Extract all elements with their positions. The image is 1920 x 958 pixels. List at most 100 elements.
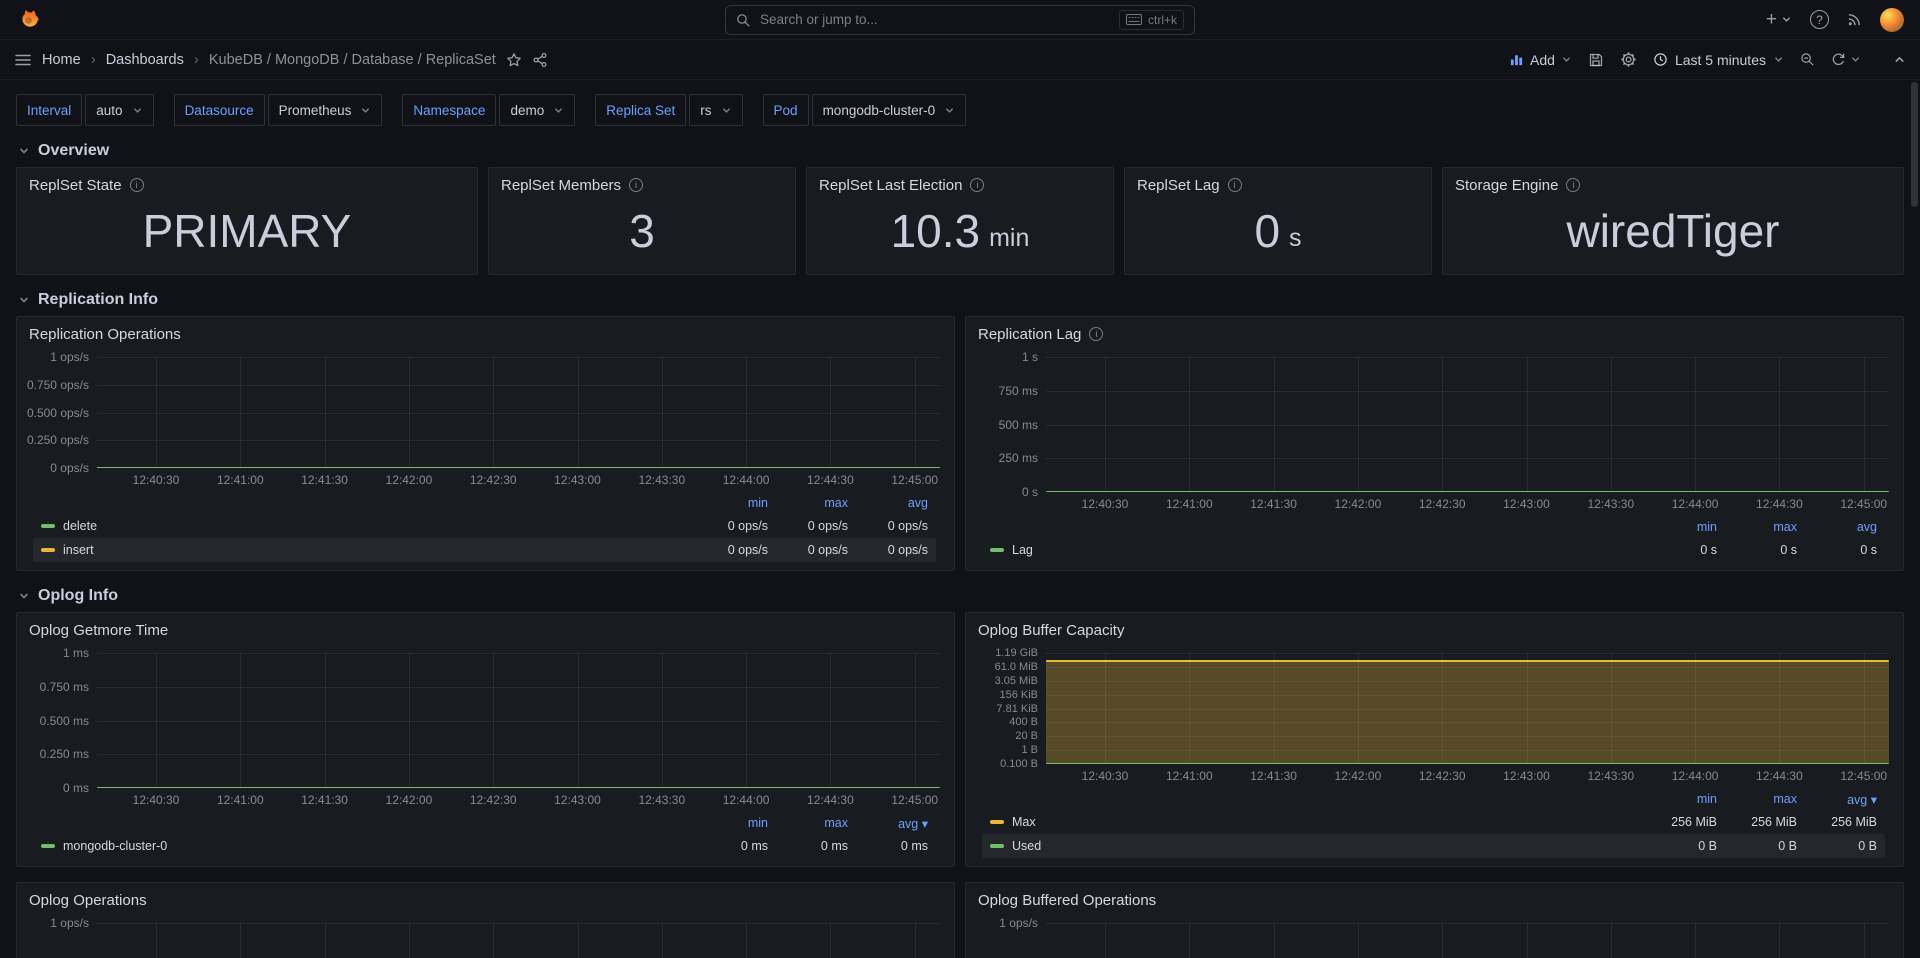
chart-replication-operations: 1 ops/s0.750 ops/s0.500 ops/s0.250 ops/s… xyxy=(17,351,954,570)
v-gridline xyxy=(409,653,410,788)
legend-sort-avg[interactable]: avg ▾ xyxy=(848,816,928,831)
breadcrumb-separator xyxy=(194,51,199,68)
panel-header[interactable]: ReplSet Members xyxy=(489,168,795,202)
x-axis-label: 12:41:00 xyxy=(217,793,264,807)
series-name: Lag xyxy=(1012,543,1033,557)
legend-sort-min[interactable]: min xyxy=(688,816,768,830)
section-header-replication-info[interactable]: Replication Info xyxy=(18,291,1904,309)
legend-row-Used[interactable]: Used0 B0 B0 B xyxy=(982,834,1885,858)
panel-header[interactable]: Storage Engine xyxy=(1443,168,1903,202)
series-name: Max xyxy=(1012,815,1036,829)
legend-row-Lag[interactable]: Lag0 s0 s0 s xyxy=(982,538,1885,562)
zoom-out-time-button[interactable] xyxy=(1800,52,1815,67)
v-gridline xyxy=(1864,923,1865,958)
info-icon[interactable] xyxy=(1566,178,1580,192)
legend-row-Max[interactable]: Max256 MiB256 MiB256 MiB xyxy=(982,810,1885,834)
plot-area[interactable] xyxy=(1046,653,1889,764)
section-header-oplog-info[interactable]: Oplog Info xyxy=(18,587,1904,605)
panel-header[interactable]: Oplog Getmore Time xyxy=(17,613,954,647)
time-range-picker[interactable]: Last 5 minutes xyxy=(1653,52,1784,68)
legend-sort-avg[interactable]: avg ▾ xyxy=(1797,792,1877,807)
add-label: Add xyxy=(1530,52,1555,68)
section-header-overview[interactable]: Overview xyxy=(18,142,1904,160)
x-axis-label: 12:41:30 xyxy=(301,793,348,807)
panel-oplog-buffered-operations: Oplog Buffered Operations 1 ops/s 12:40:… xyxy=(965,882,1904,958)
variable-value-dropdown[interactable]: Prometheus xyxy=(268,94,383,126)
legend-sort-max[interactable]: max xyxy=(1717,520,1797,534)
info-icon[interactable] xyxy=(629,178,643,192)
variable-label: Replica Set xyxy=(595,94,686,126)
search-input[interactable]: Search or jump to... ctrl+k xyxy=(725,5,1195,35)
legend-row-mongodb-cluster-0[interactable]: mongodb-cluster-00 ms0 ms0 ms xyxy=(33,834,936,858)
breadcrumb-dashboards[interactable]: Dashboards xyxy=(106,52,184,68)
legend-value: 0 s xyxy=(1797,543,1877,557)
news-button[interactable] xyxy=(1847,12,1862,27)
variable-value-dropdown[interactable]: auto xyxy=(85,94,153,126)
stat-unit: s xyxy=(1289,224,1302,253)
y-axis-label: 0.750 ms xyxy=(40,680,89,694)
v-gridline xyxy=(830,357,831,468)
legend-row-delete[interactable]: delete0 ops/s0 ops/s0 ops/s xyxy=(33,514,936,538)
plot-area[interactable] xyxy=(97,923,940,958)
variable-value-dropdown[interactable]: demo xyxy=(499,94,575,126)
y-axis-label: 400 B xyxy=(1009,716,1038,728)
panel-header[interactable]: Oplog Buffer Capacity xyxy=(966,613,1903,647)
hide-controls-button[interactable] xyxy=(1893,53,1906,66)
legend-sort-max[interactable]: max xyxy=(768,816,848,830)
plot-area[interactable] xyxy=(97,653,940,788)
panel-header[interactable]: ReplSet Lag xyxy=(1125,168,1431,202)
v-gridline xyxy=(1274,357,1275,492)
h-gridline xyxy=(97,687,940,688)
chevron-down-icon xyxy=(944,105,955,116)
grafana-logo[interactable] xyxy=(16,7,42,33)
v-gridline xyxy=(493,357,494,468)
series-swatch xyxy=(990,844,1004,848)
plot-area[interactable] xyxy=(97,357,940,468)
add-panel-button[interactable]: Add xyxy=(1509,52,1572,68)
legend-row-insert[interactable]: insert0 ops/s0 ops/s0 ops/s xyxy=(33,538,936,562)
series-name: delete xyxy=(63,519,97,533)
dashboard-settings-button[interactable] xyxy=(1620,51,1637,68)
info-icon[interactable] xyxy=(1089,327,1103,341)
x-axis-label: 12:42:30 xyxy=(470,793,517,807)
legend-sort-avg[interactable]: avg xyxy=(1797,520,1877,534)
panel-header[interactable]: Replication Lag xyxy=(966,317,1903,351)
save-dashboard-button[interactable] xyxy=(1588,52,1604,68)
plot-area[interactable] xyxy=(1046,923,1889,958)
plot-area[interactable] xyxy=(1046,357,1889,492)
x-axis-label: 12:42:00 xyxy=(386,793,433,807)
x-axis-label: 12:41:30 xyxy=(301,473,348,487)
page-scrollbar[interactable] xyxy=(1911,82,1918,207)
legend-sort-min[interactable]: min xyxy=(1637,792,1717,806)
v-gridline xyxy=(1695,923,1696,958)
variable-value-dropdown[interactable]: rs xyxy=(689,94,742,126)
v-gridline xyxy=(915,357,916,468)
legend-sort-min[interactable]: min xyxy=(1637,520,1717,534)
time-range-label: Last 5 minutes xyxy=(1675,52,1766,68)
legend-sort-min[interactable]: min xyxy=(688,496,768,510)
chevron-down-icon xyxy=(360,105,371,116)
mega-menu-button[interactable] xyxy=(14,51,32,69)
breadcrumb-home[interactable]: Home xyxy=(42,52,81,68)
series-line-Used xyxy=(1046,763,1889,764)
refresh-button[interactable] xyxy=(1831,52,1861,67)
legend-sort-max[interactable]: max xyxy=(768,496,848,510)
info-icon[interactable] xyxy=(1228,178,1242,192)
dashboard-content: Interval auto Datasource Prometheus Name… xyxy=(0,80,1920,958)
share-button[interactable] xyxy=(532,52,548,68)
panel-header[interactable]: Replication Operations xyxy=(17,317,954,351)
info-icon[interactable] xyxy=(970,178,984,192)
new-menu-button[interactable] xyxy=(1766,10,1792,30)
help-button[interactable] xyxy=(1810,10,1829,29)
legend-sort-max[interactable]: max xyxy=(1717,792,1797,806)
panel-header[interactable]: ReplSet Last Election xyxy=(807,168,1113,202)
favorite-button[interactable] xyxy=(506,52,522,68)
info-icon[interactable] xyxy=(130,178,144,192)
panel-header[interactable]: ReplSet State xyxy=(17,168,477,202)
variable-value-dropdown[interactable]: mongodb-cluster-0 xyxy=(812,94,967,126)
legend-sort-avg[interactable]: avg xyxy=(848,496,928,510)
y-axis-label: 0 ops/s xyxy=(50,461,89,475)
user-avatar[interactable] xyxy=(1880,8,1904,32)
panel-header[interactable]: Oplog Operations xyxy=(17,883,954,917)
panel-header[interactable]: Oplog Buffered Operations xyxy=(966,883,1903,917)
